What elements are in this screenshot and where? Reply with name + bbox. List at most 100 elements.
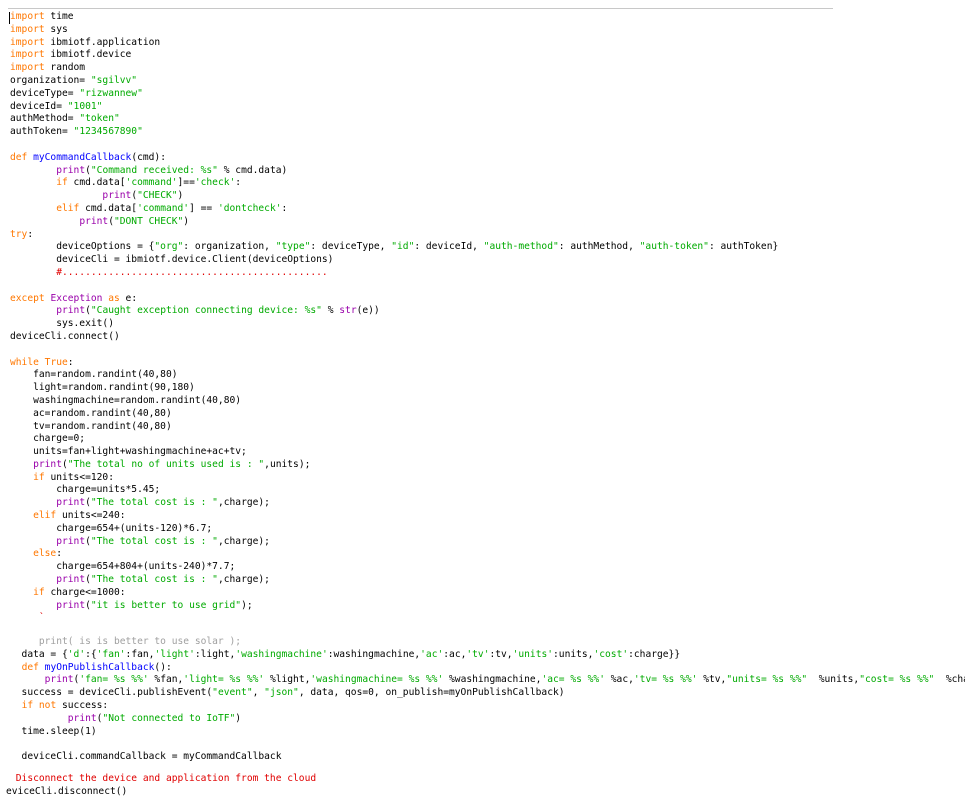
code-token: charge=0; — [10, 433, 86, 445]
code-token: print — [67, 712, 97, 724]
code-line[interactable]: deviceCli.connect() — [10, 331, 965, 344]
code-line[interactable]: print("Not connected to IoTF") — [10, 713, 965, 726]
code-block-upper[interactable]: import time import sys import ibmiotf.appl… — [10, 11, 965, 625]
code-line[interactable]: if charge<=1000: — [10, 587, 965, 600]
code-token: import — [10, 62, 45, 74]
code-line[interactable]: print("The total cost is : ",charge); — [10, 536, 965, 549]
code-line[interactable]: if not success: — [10, 700, 965, 713]
code-line[interactable]: ` — [10, 612, 965, 625]
code-token: , — [252, 687, 265, 699]
code-line[interactable]: units=fan+light+washingmachine+ac+tv; — [10, 446, 965, 459]
code-line[interactable]: light=random.randint(90,180) — [10, 382, 965, 395]
code-token: elif — [33, 510, 57, 522]
code-token: authToken= — [10, 126, 74, 138]
code-line[interactable]: charge=654+804+(units-240)*7.7; — [10, 561, 965, 574]
code-line[interactable]: tv=random.randint(40,80) — [10, 421, 965, 434]
code-token: print — [56, 164, 86, 176]
code-line[interactable]: deviceId= "1001" — [10, 101, 965, 114]
code-line[interactable]: import random — [10, 62, 965, 75]
code-line[interactable]: authToken= "1234567890" — [10, 126, 965, 139]
code-line[interactable]: try: — [10, 229, 965, 242]
code-line[interactable]: print("The total cost is : ",charge); — [10, 497, 965, 510]
code-token: units=fan+light+washingmachine+ac+tv; — [10, 446, 247, 458]
code-token: : — [281, 202, 288, 214]
code-line[interactable]: charge=654+(units-120)*6.7; — [10, 523, 965, 536]
code-line[interactable]: import time — [10, 11, 965, 24]
code-line[interactable]: print( is is better to use solar ); — [10, 636, 965, 649]
code-line[interactable]: import ibmiotf.application — [10, 37, 965, 50]
code-line[interactable]: #.......................................… — [10, 267, 965, 280]
code-token: :light, — [194, 648, 236, 660]
code-token: :tv, — [489, 648, 513, 660]
code-line[interactable]: ac=random.randint(40,80) — [10, 408, 965, 421]
code-line[interactable]: washingmachine=random.randint(40,80) — [10, 395, 965, 408]
code-line[interactable]: elif units<=240: — [10, 510, 965, 523]
code-line[interactable]: else: — [10, 548, 965, 561]
code-token: random — [44, 62, 86, 74]
code-line[interactable]: while True: — [10, 357, 965, 370]
code-line[interactable]: import ibmiotf.device — [10, 49, 965, 62]
code-line[interactable]: if cmd.data['command']=='check': — [10, 177, 965, 190]
code-line[interactable]: print("it is better to use grid"); — [10, 600, 965, 613]
code-line[interactable]: charge=0; — [10, 433, 965, 446]
disconnect-call-line[interactable]: eviceCli.disconnect() — [6, 786, 127, 799]
code-line[interactable]: time.sleep(1) — [10, 726, 965, 739]
code-token: deviceId= — [10, 100, 68, 112]
code-line[interactable]: print("Command received: %s" % cmd.data) — [10, 165, 965, 178]
code-token: %units, — [807, 674, 860, 686]
code-token: "Caught exception connecting device: %s" — [90, 305, 322, 317]
code-token: import — [10, 36, 45, 48]
code-token: "type" — [275, 241, 311, 253]
code-line[interactable]: if units<=120: — [10, 472, 965, 485]
code-token: if not — [21, 699, 57, 711]
code-line[interactable]: charge=units*5.45; — [10, 484, 965, 497]
code-line[interactable] — [10, 139, 965, 152]
code-line[interactable]: deviceOptions = {"org": organization, "t… — [10, 241, 965, 254]
code-editor[interactable]: import time import sys import ibmiotf.appl… — [0, 0, 965, 810]
code-line[interactable]: except Exception as e: — [10, 293, 965, 306]
code-line[interactable]: def myOnPublishCallback(): — [10, 662, 965, 675]
code-token: time.sleep(1) — [10, 725, 97, 737]
code-token: ] == — [189, 202, 218, 214]
code-block-lower[interactable]: print( is is better to use solar ); data… — [10, 636, 965, 764]
code-token: print — [56, 574, 86, 586]
code-line[interactable]: authMethod= "token" — [10, 113, 965, 126]
code-token: charge=654+804+(units-240)*7.7; — [10, 561, 236, 573]
code-token: "Command received: %s" — [90, 164, 218, 176]
code-token: 'fan' — [96, 648, 126, 660]
code-line[interactable]: elif cmd.data['command'] == 'dontcheck': — [10, 203, 965, 216]
code-token: deviceCli = ibmiotf.device.Client(device… — [10, 254, 334, 266]
code-line[interactable]: print("DONT CHECK") — [10, 216, 965, 229]
code-line[interactable]: sys.exit() — [10, 318, 965, 331]
code-line[interactable]: def myCommandCallback(cmd): — [10, 152, 965, 165]
code-line[interactable]: deviceCli.commandCallback = myCommandCal… — [10, 751, 965, 764]
code-line[interactable] — [10, 738, 965, 751]
code-line[interactable]: success = deviceCli.publishEvent("event"… — [10, 687, 965, 700]
code-token: ac=random.randint(40,80) — [10, 407, 172, 419]
code-token: print — [56, 535, 86, 547]
code-line[interactable] — [10, 280, 965, 293]
code-token: :ac, — [443, 648, 467, 660]
code-line[interactable]: import sys — [10, 24, 965, 37]
code-line[interactable]: print("The total no of units used is : "… — [10, 459, 965, 472]
code-line[interactable]: fan=random.randint(40,80) — [10, 369, 965, 382]
code-line[interactable]: print("The total cost is : ",charge); — [10, 574, 965, 587]
code-line[interactable]: print("CHECK") — [10, 190, 965, 203]
code-line[interactable]: deviceCli = ibmiotf.device.Client(device… — [10, 254, 965, 267]
code-line[interactable]: organization= "sgilvv" — [10, 75, 965, 88]
code-token: %tv, — [697, 674, 727, 686]
code-token: "The total cost is : " — [90, 497, 218, 509]
code-token: % — [321, 305, 340, 317]
code-line[interactable] — [10, 344, 965, 357]
code-line[interactable]: data = {'d':{'fan':fan,'light':light,'wa… — [10, 649, 965, 662]
code-line[interactable]: print('fan= %s %%' %fan,'light= %s %%' %… — [10, 674, 965, 687]
code-line[interactable]: deviceType= "rizwannew" — [10, 88, 965, 101]
disconnect-comment-line[interactable]: Disconnect the device and application fr… — [10, 773, 316, 786]
code-line[interactable]: print("Caught exception connecting devic… — [10, 305, 965, 318]
code-token: "org" — [154, 241, 184, 253]
code-token: True — [44, 356, 68, 368]
code-token: "The total cost is : " — [90, 535, 218, 547]
